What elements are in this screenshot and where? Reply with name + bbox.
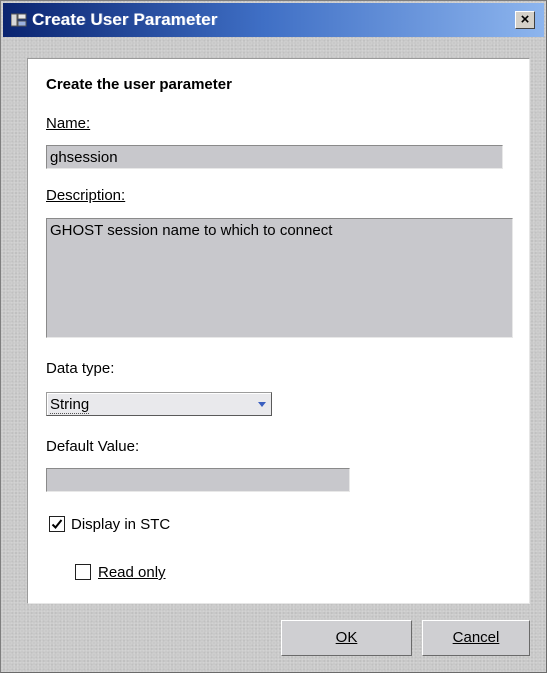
default-value-label: Default Value: (46, 438, 140, 455)
name-field[interactable] (46, 145, 503, 169)
cancel-button-label: Cancel (452, 629, 500, 646)
default-value-field[interactable] (46, 468, 350, 492)
display-in-stc-checkbox[interactable] (49, 516, 65, 532)
close-icon: × (520, 11, 530, 28)
window-title: Create User Parameter (32, 10, 218, 29)
data-type-value: String (50, 396, 90, 414)
read-only-checkbox[interactable] (75, 564, 91, 580)
cancel-button[interactable]: Cancel (422, 620, 530, 656)
description-label: Description: (46, 187, 125, 204)
default-value-input[interactable] (47, 469, 349, 491)
description-field[interactable]: GHOST session name to which to connect (46, 218, 513, 338)
form-heading: Create the user parameter (46, 76, 232, 93)
name-label-text: Name: (46, 115, 91, 132)
chevron-down-icon[interactable] (258, 402, 266, 407)
data-type-select[interactable]: String (46, 392, 272, 416)
display-in-stc-label[interactable]: Display in STC (71, 516, 170, 533)
description-label-text: Description: (46, 187, 126, 204)
create-user-parameter-dialog: Create User Parameter × Create the user … (0, 0, 547, 673)
read-only-label-text: Read only (98, 564, 166, 581)
data-type-label: Data type: (46, 360, 115, 377)
checkmark-icon (51, 519, 63, 529)
read-only-label[interactable]: Read only (98, 564, 166, 581)
description-input[interactable]: GHOST session name to which to connect (47, 219, 512, 337)
close-button[interactable]: × (515, 11, 535, 29)
title-bar[interactable]: Create User Parameter × (3, 3, 544, 37)
app-window-icon (10, 13, 27, 27)
name-input[interactable] (47, 146, 502, 168)
display-in-stc-label-text: Display in STC (71, 516, 171, 533)
ok-button[interactable]: OK (281, 620, 412, 656)
name-label: Name: (46, 115, 90, 132)
ok-button-label: OK (335, 629, 358, 646)
